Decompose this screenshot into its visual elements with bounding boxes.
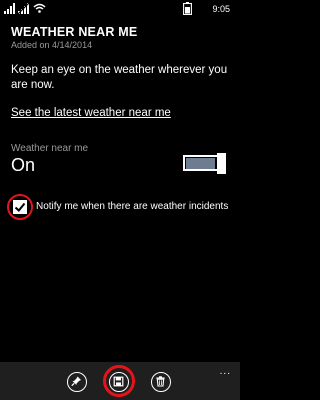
- added-date: Added on 4/14/2014: [11, 40, 93, 50]
- more-options-button[interactable]: ...: [220, 367, 231, 377]
- page-title: WEATHER NEAR ME: [11, 25, 138, 39]
- status-time: 9:05: [212, 4, 230, 14]
- toggle-thumb: [217, 153, 226, 174]
- toggle-label: Weather near me: [11, 143, 89, 154]
- toggle-state-label: On: [11, 155, 36, 175]
- delete-button[interactable]: [151, 372, 171, 392]
- save-icon: [113, 376, 124, 387]
- checkmark-icon: [14, 202, 26, 212]
- notify-row: Notify me when there are weather inciden…: [7, 191, 235, 227]
- battery-icon: [183, 2, 192, 15]
- network-strength-icon: [18, 3, 30, 14]
- signal-icon: [4, 3, 15, 14]
- pin-icon: [71, 376, 81, 387]
- weather-near-me-toggle[interactable]: [183, 153, 227, 175]
- notify-checkbox[interactable]: [13, 200, 27, 214]
- status-bar: 9:05: [0, 0, 240, 18]
- notify-label: Notify me when there are weather inciden…: [36, 201, 229, 212]
- pin-button[interactable]: [67, 372, 87, 392]
- latest-weather-link[interactable]: See the latest weather near me: [11, 107, 171, 119]
- wifi-icon: [33, 3, 46, 13]
- description-text: Keep an eye on the weather wherever you …: [11, 64, 228, 91]
- toggle-fill: [186, 158, 215, 169]
- app-bar: [0, 362, 240, 400]
- trash-icon: [156, 376, 165, 387]
- save-button[interactable]: [109, 372, 129, 392]
